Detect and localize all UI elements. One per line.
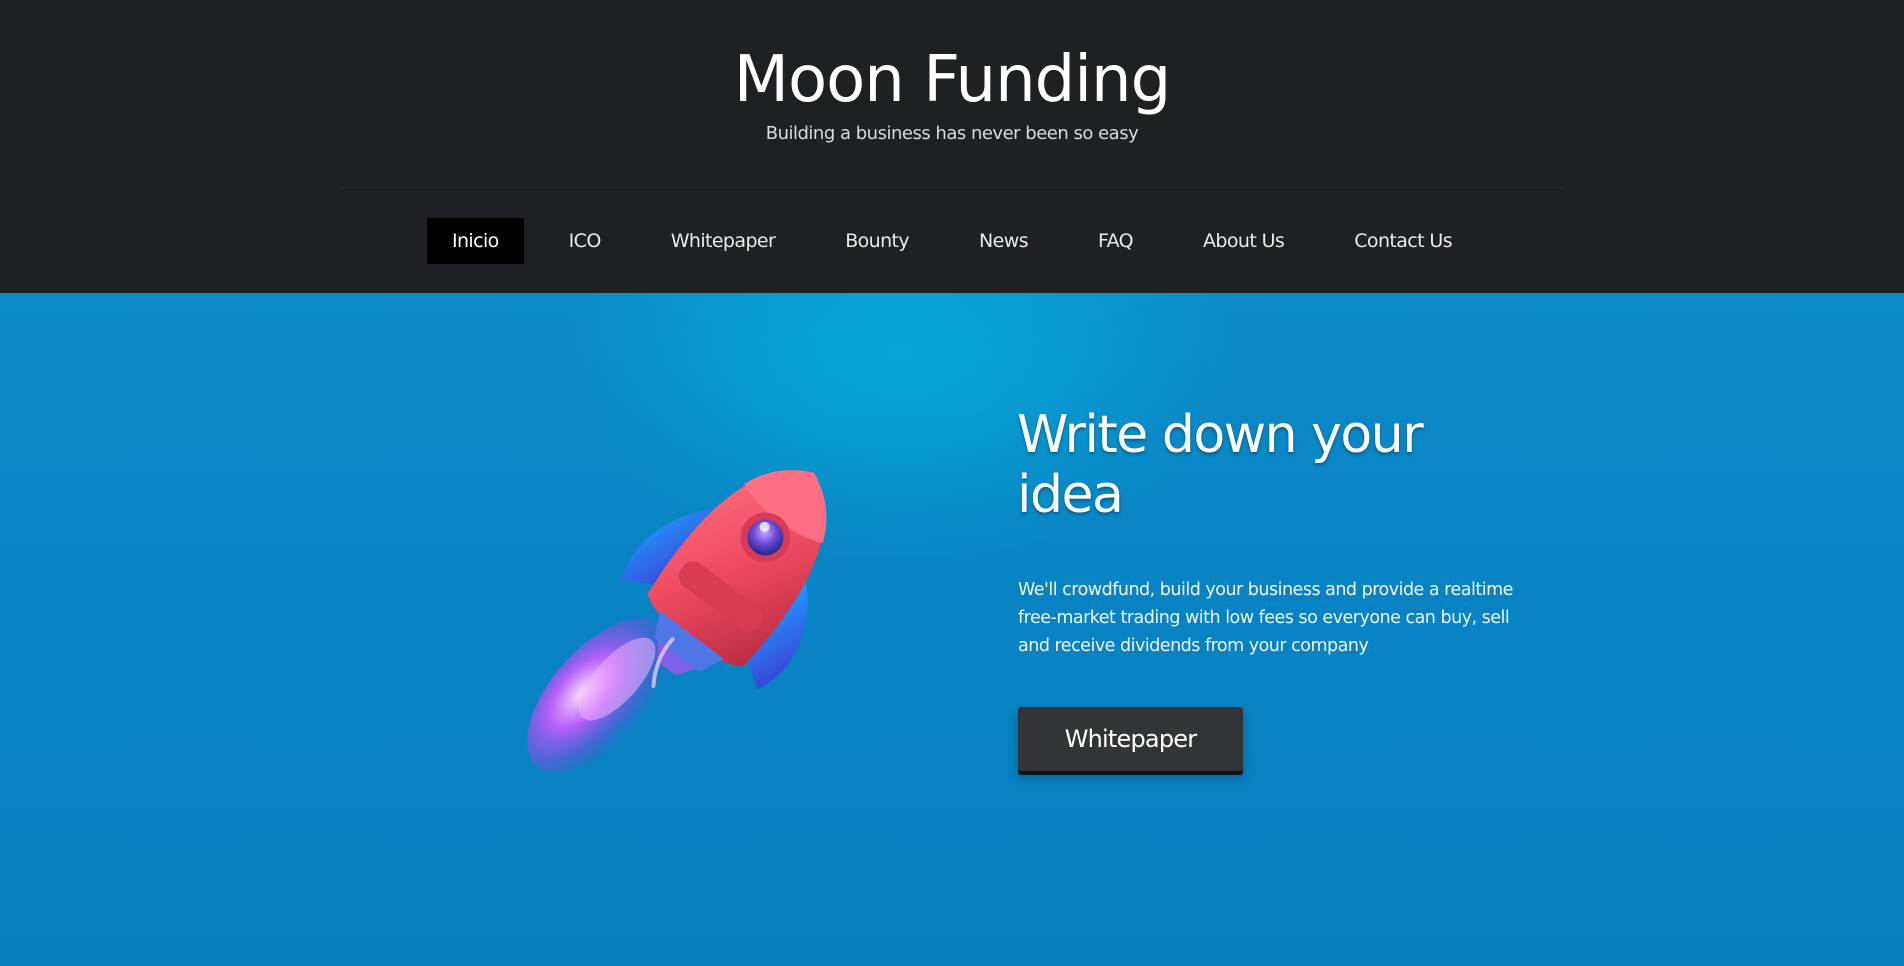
site-tagline: Building a business has never been so ea… — [765, 123, 1139, 144]
nav-item-about-us[interactable]: About Us — [1178, 218, 1309, 264]
site-title[interactable]: Moon Funding — [0, 38, 1904, 122]
header-divider — [340, 187, 1564, 188]
nav-item-bounty[interactable]: Bounty — [820, 218, 934, 264]
main-nav: Inicio ICO Whitepaper Bounty News FAQ Ab… — [0, 218, 1904, 264]
hero-section: Write down your idea We'll crowdfund, bu… — [0, 293, 1904, 966]
nav-item-ico[interactable]: ICO — [544, 218, 626, 264]
nav-item-whitepaper[interactable]: Whitepaper — [646, 218, 801, 264]
page: Moon Funding Building a business has nev… — [0, 0, 1904, 966]
nav-item-faq[interactable]: FAQ — [1073, 218, 1158, 264]
nav-list: Inicio ICO Whitepaper Bounty News FAQ Ab… — [426, 218, 1477, 264]
whitepaper-button[interactable]: Whitepaper — [1018, 707, 1243, 771]
nav-item-contact-us[interactable]: Contact Us — [1329, 218, 1477, 264]
hero-title: Write down your idea — [1017, 405, 1424, 525]
brand: Moon Funding Building a business has nev… — [0, 38, 1904, 146]
hero-description: We'll crowdfund, build your business and… — [1018, 580, 1513, 656]
nav-item-inicio[interactable]: Inicio — [426, 218, 524, 264]
site-header: Moon Funding Building a business has nev… — [0, 0, 1904, 293]
nav-item-news[interactable]: News — [954, 218, 1053, 264]
rocket-illustration — [527, 470, 827, 773]
